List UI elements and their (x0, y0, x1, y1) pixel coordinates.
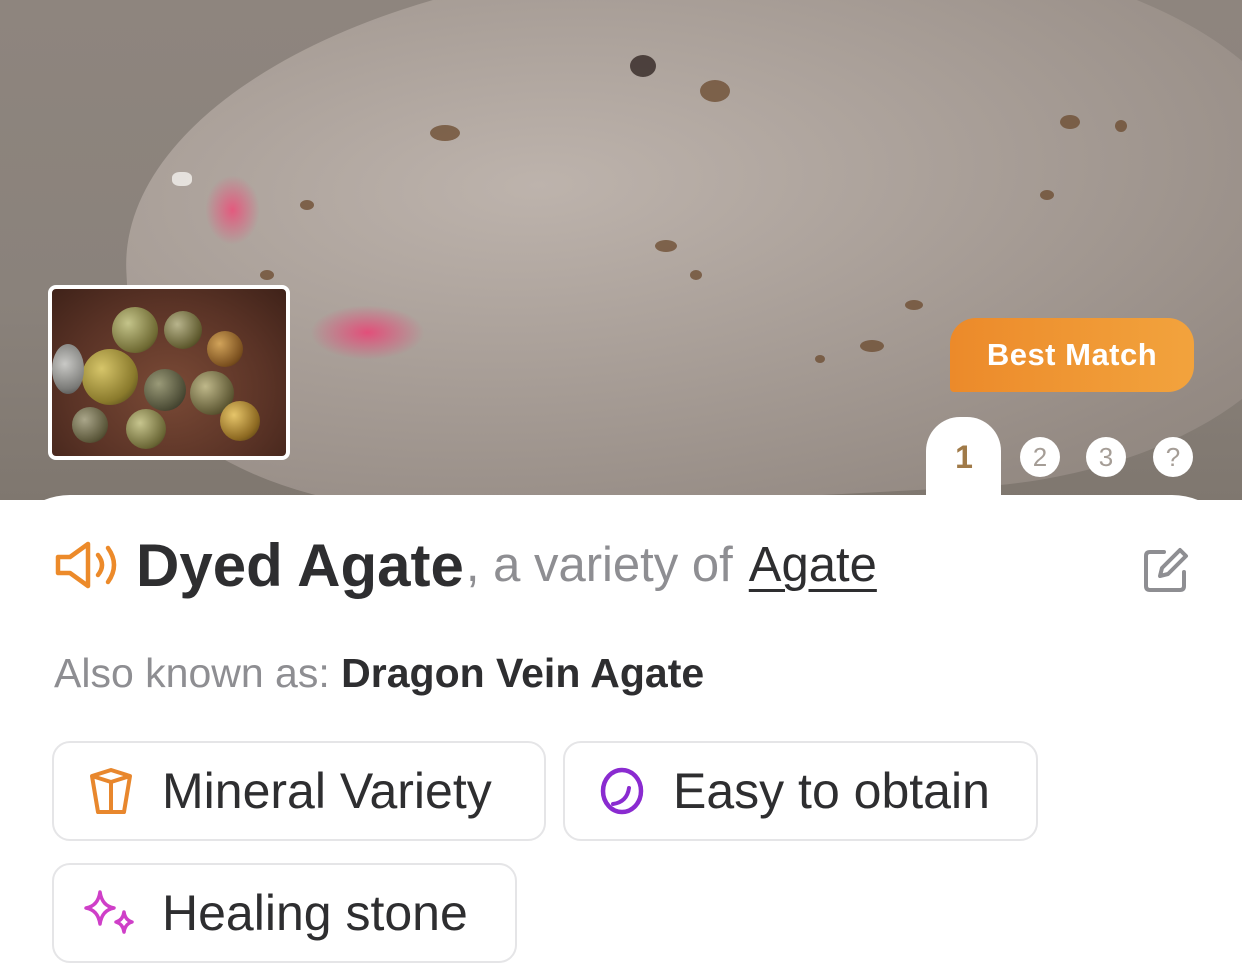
page-indicator-3[interactable]: 3 (1086, 437, 1126, 477)
tag-label: Easy to obtain (673, 763, 990, 819)
also-known-as: Also known as: Dragon Vein Agate (54, 650, 704, 697)
tag-label: Mineral Variety (162, 763, 492, 819)
stone-outline-icon (595, 764, 649, 818)
crystal-icon (84, 764, 138, 818)
edit-icon[interactable] (1140, 546, 1190, 596)
page-indicator-2[interactable]: 2 (1020, 437, 1060, 477)
hero-image: Best Match (0, 0, 1242, 500)
result-title-row: Dyed Agate , a variety of Agate (54, 530, 877, 600)
variety-text: , a variety of (465, 538, 733, 592)
sparkles-icon (84, 886, 138, 940)
best-match-badge: Best Match (950, 318, 1194, 392)
parent-stone-link[interactable]: Agate (749, 537, 877, 593)
tag-easy-to-obtain[interactable]: Easy to obtain (563, 741, 1038, 841)
aka-label: Also known as: (54, 650, 330, 696)
page-indicator-1[interactable]: 1 (950, 437, 978, 477)
aka-value: Dragon Vein Agate (341, 650, 705, 696)
tag-mineral-variety[interactable]: Mineral Variety (52, 741, 546, 841)
tag-healing-stone[interactable]: Healing stone (52, 863, 517, 963)
tag-label: Healing stone (162, 885, 468, 941)
user-photo-thumbnail[interactable] (48, 285, 290, 460)
stone-name: Dyed Agate (136, 531, 464, 599)
speaker-icon[interactable] (54, 539, 124, 591)
page-indicator-help[interactable]: ? (1153, 437, 1193, 477)
